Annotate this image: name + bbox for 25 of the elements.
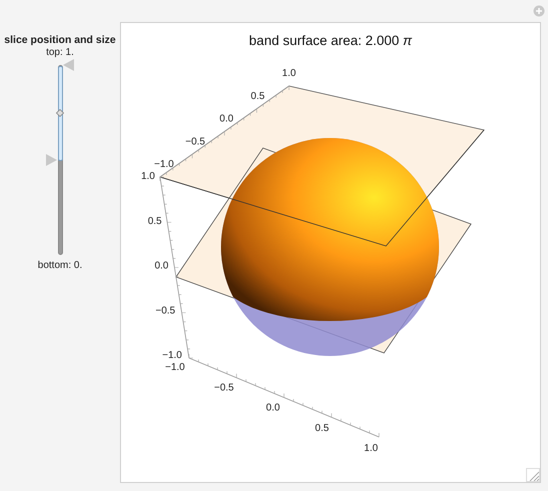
tick-label: 0.5 (250, 90, 265, 102)
tick-label: 0.5 (148, 216, 162, 227)
tick-label: 0.5 (315, 422, 329, 434)
resize-grip-icon[interactable] (526, 468, 540, 482)
tick-label: 0.0 (220, 114, 234, 124)
tick-label: −1.0 (154, 159, 174, 170)
tick-label: 0.0 (266, 402, 280, 414)
tick-label: 1.0 (141, 171, 155, 182)
tick-label: 0.0 (154, 260, 168, 272)
tick-label: 1.0 (282, 68, 296, 79)
range-handle[interactable] (56, 108, 64, 116)
bottom-reading: bottom: 0. (38, 260, 82, 271)
tick-label: −0.5 (214, 382, 234, 394)
tick-label: −1.0 (165, 362, 185, 373)
slider-thumb[interactable] (63, 59, 74, 71)
plot-title: band surface area: 2.000 π (248, 32, 413, 49)
tick-label: −0.5 (185, 136, 206, 148)
tick-label: −0.5 (156, 305, 176, 316)
slider-thumb[interactable] (46, 154, 57, 166)
add-icon[interactable] (533, 5, 545, 17)
slider-track[interactable] (58, 65, 62, 255)
control-label: slice position and size (4, 34, 116, 46)
tick-label: −1.0 (162, 350, 182, 361)
top-reading: top: 1. (46, 47, 74, 58)
tick-label: 1.0 (364, 443, 378, 454)
